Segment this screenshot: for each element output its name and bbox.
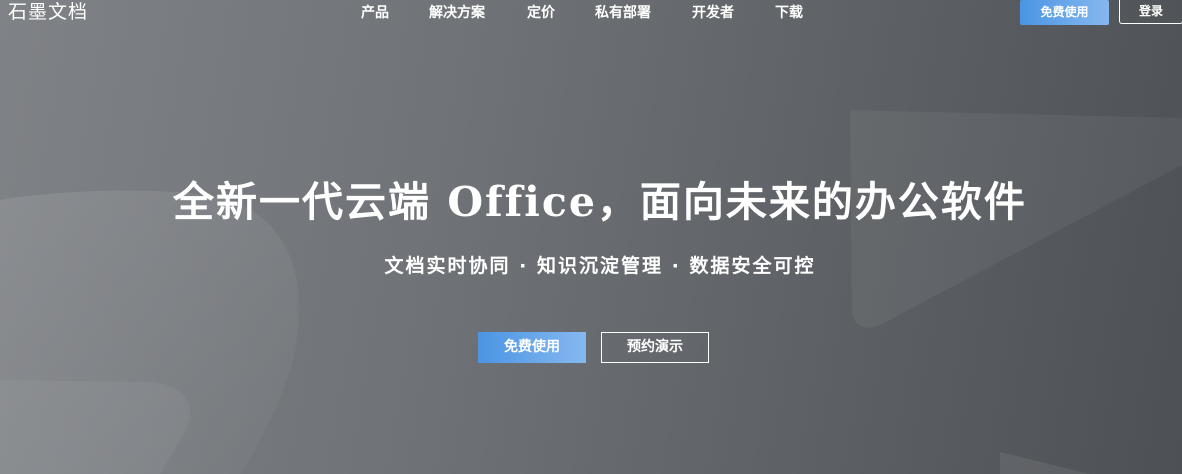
hero-title: 全新一代云端 Office，面向未来的办公软件	[173, 178, 1027, 226]
hero-background-graphic	[0, 110, 1182, 474]
hero-subtitle: 文档实时协同 · 知识沉淀管理 · 数据安全可控	[384, 255, 816, 277]
background-glyph-bottom-right	[1000, 452, 1090, 474]
nav-item-products[interactable]: 产品	[361, 4, 389, 22]
nav-item-pricing[interactable]: 定价	[527, 4, 555, 22]
hero-book-demo-button[interactable]: 预约演示	[601, 332, 709, 363]
hero-free-trial-button[interactable]: 免费使用	[478, 332, 586, 363]
nav-item-developers[interactable]: 开发者	[692, 4, 734, 22]
nav-item-solutions[interactable]: 解决方案	[429, 4, 485, 22]
background-glyph-left-inner	[0, 380, 190, 474]
nav-free-trial-button[interactable]: 免费使用	[1020, 0, 1109, 25]
top-navbar: 石墨文档 产品 解决方案 定价 私有部署 开发者 下载 免费使用 登录	[0, 0, 1182, 26]
nav-item-private-deployment[interactable]: 私有部署	[595, 4, 651, 22]
nav-menu: 产品 解决方案 定价 私有部署 开发者 下载	[0, 0, 1182, 26]
nav-login-button[interactable]: 登录	[1119, 0, 1182, 24]
nav-item-download[interactable]: 下载	[775, 4, 803, 22]
